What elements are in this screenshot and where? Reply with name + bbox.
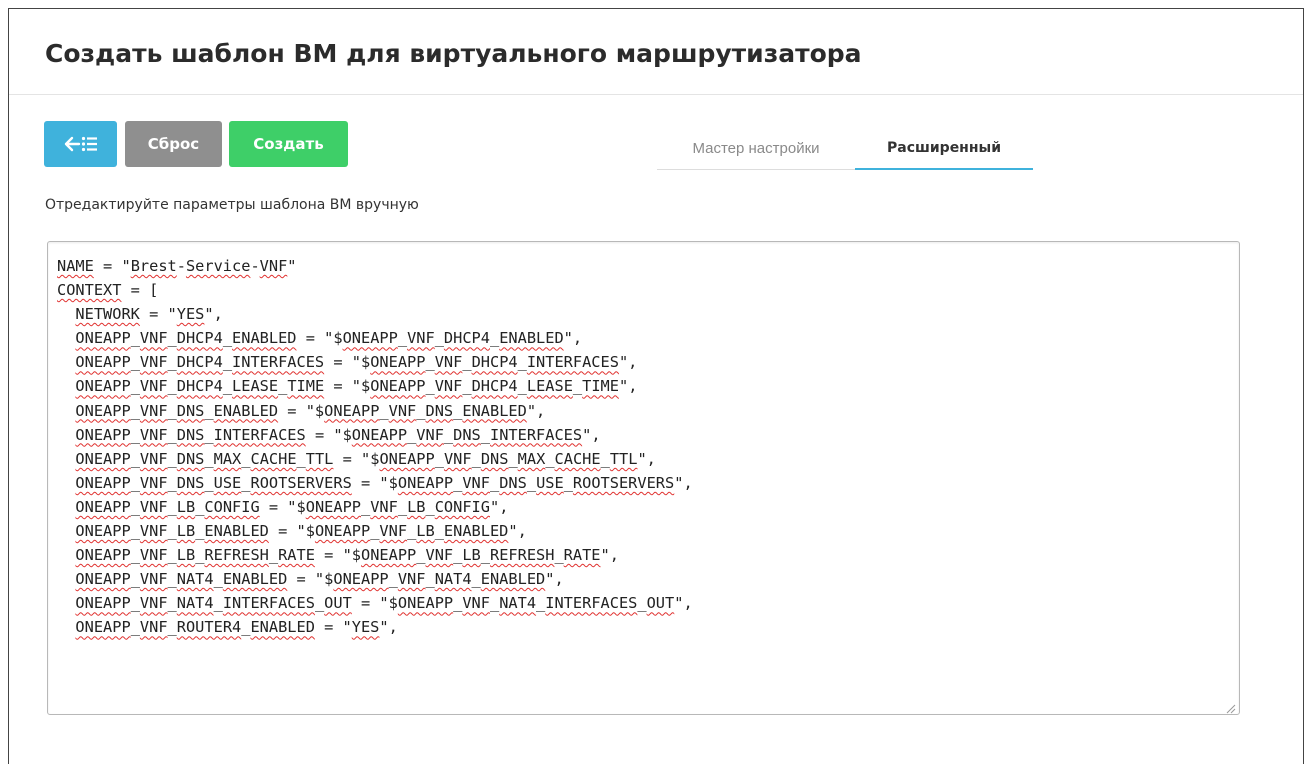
code-line: ONEAPP_VNF_DHCP4_INTERFACES = "$ONEAPP_V…: [75, 353, 638, 372]
reset-button[interactable]: Сброс: [125, 121, 222, 167]
code-line: ONEAPP_VNF_LB_ENABLED = "$ONEAPP_VNF_LB_…: [75, 522, 527, 541]
code-line: NAME = "Brest-Service-VNF": [57, 257, 297, 275]
code-line: ONEAPP_VNF_DNS_USE_ROOTSERVERS = "$ONEAP…: [75, 473, 693, 492]
code-line: ONEAPP_VNF_LB_REFRESH_RATE = "$ONEAPP_VN…: [75, 546, 619, 565]
back-to-list-button[interactable]: [44, 121, 117, 167]
page-title: Создать шаблон ВМ для виртуального маршр…: [45, 39, 862, 68]
dialog-frame: Создать шаблон ВМ для виртуального маршр…: [8, 8, 1304, 764]
template-code: NAME = "Brest-Service-VNF" CONTEXT = [ NE…: [57, 254, 693, 640]
tab-wizard[interactable]: Мастер настройки: [657, 127, 855, 169]
arrow-left-list-icon: [64, 135, 98, 153]
code-line: ONEAPP_VNF_NAT4_ENABLED = "$ONEAPP_VNF_N…: [75, 570, 564, 589]
title-divider: [9, 94, 1303, 95]
active-tab-indicator: [855, 168, 1033, 170]
code-line: ONEAPP_VNF_DNS_MAX_CACHE_TTL = "$ONEAPP_…: [75, 449, 656, 468]
editor-hint: Отредактируйте параметры шаблона ВМ вруч…: [45, 197, 419, 213]
create-button[interactable]: Создать: [229, 121, 348, 167]
mode-tabs: Мастер настройки Расширенный: [657, 127, 1033, 171]
code-line: ONEAPP_VNF_DHCP4_LEASE_TIME = "$ONEAPP_V…: [75, 377, 638, 396]
template-editor-textarea[interactable]: NAME = "Brest-Service-VNF" CONTEXT = [ NE…: [47, 241, 1240, 715]
code-line: NETWORK = "YES",: [75, 305, 223, 324]
tab-advanced[interactable]: Расширенный: [855, 127, 1033, 169]
code-line: ONEAPP_VNF_ROUTER4_ENABLED = "YES",: [75, 618, 398, 637]
code-line: CONTEXT = [: [57, 281, 159, 300]
code-line: ONEAPP_VNF_DNS_ENABLED = "$ONEAPP_VNF_DN…: [75, 401, 546, 420]
code-line: ONEAPP_VNF_NAT4_INTERFACES_OUT = "$ONEAP…: [75, 594, 693, 613]
code-line: ONEAPP_VNF_DNS_INTERFACES = "$ONEAPP_VNF…: [75, 425, 601, 444]
code-line: ONEAPP_VNF_DHCP4_ENABLED = "$ONEAPP_VNF_…: [75, 329, 583, 348]
resize-handle-icon[interactable]: [1224, 699, 1236, 714]
code-line: ONEAPP_VNF_LB_CONFIG = "$ONEAPP_VNF_LB_C…: [75, 497, 509, 516]
